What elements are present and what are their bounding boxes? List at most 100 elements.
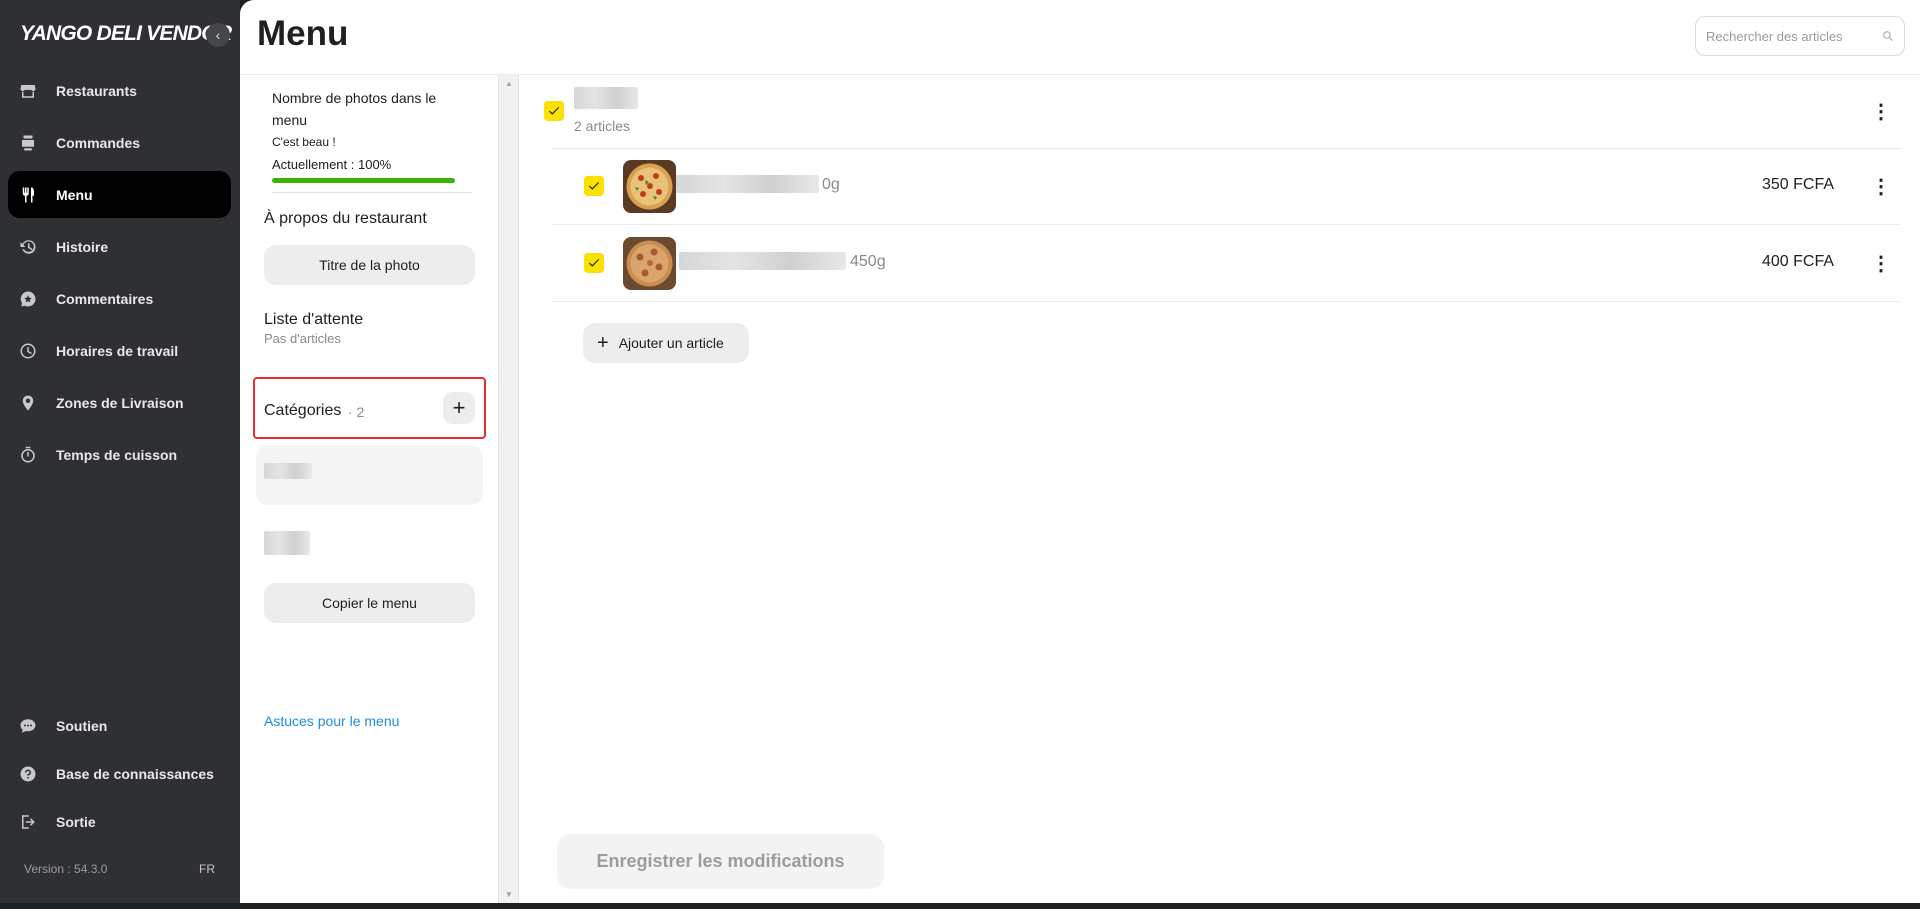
sidebar: YANGO DELI VENDOR ‹ Restaurants Commande… [0, 0, 240, 903]
blurred-item-name [676, 175, 819, 193]
blurred-category-title [574, 87, 638, 109]
photos-subtitle: C'est beau ! [272, 135, 336, 149]
about-restaurant-title: À propos du restaurant [264, 210, 427, 227]
item-price: 350 FCFA [1762, 176, 1835, 193]
order-icon [18, 133, 38, 153]
save-changes-button[interactable]: Enregistrer les modifications [557, 834, 884, 889]
categories-count: · 2 [348, 404, 365, 420]
item-more-icon[interactable]: ⋮ [1871, 253, 1891, 275]
photos-current: Actuellement : 100% [272, 157, 392, 172]
categories-title: Catégories [264, 402, 342, 419]
logout-icon [18, 812, 38, 832]
check-icon [548, 107, 560, 115]
category-checkbox[interactable] [544, 101, 564, 121]
divider [551, 301, 1900, 302]
sidebar-item-soutien[interactable]: Soutien [8, 702, 231, 749]
chevron-left-icon: ‹ [215, 27, 221, 43]
copy-menu-button[interactable]: Copier le menu [264, 583, 475, 623]
sidebar-item-commandes[interactable]: Commandes [8, 119, 231, 166]
sidebar-item-label: Histoire [56, 238, 109, 255]
sidebar-item-label: Commentaires [56, 290, 154, 307]
divider [551, 148, 1900, 149]
photos-progress-bar [272, 178, 455, 183]
plus-icon: + [597, 331, 609, 354]
check-icon [588, 259, 600, 267]
app-window: YANGO DELI VENDOR ‹ Restaurants Commande… [0, 0, 1920, 903]
history-icon [18, 237, 38, 257]
search-input[interactable] [1706, 28, 1882, 44]
sidebar-item-zones[interactable]: Zones de Livraison [8, 379, 231, 426]
collapse-sidebar-button[interactable]: ‹ [206, 23, 230, 47]
item-price: 400 FCFA [1762, 253, 1835, 270]
category-item[interactable] [256, 513, 483, 573]
panel-scrollbar[interactable]: ▲ ▼ [498, 75, 519, 903]
item-more-icon[interactable]: ⋮ [1871, 176, 1891, 198]
add-article-label: Ajouter un article [618, 335, 724, 351]
plus-icon: + [452, 395, 466, 420]
category-item[interactable] [256, 445, 483, 505]
help-icon [18, 764, 38, 784]
photo-title-button[interactable]: Titre de la photo [264, 245, 475, 285]
blurred-category-name [264, 531, 310, 555]
location-pin-icon [18, 393, 38, 413]
menu-items-area: 2 articles ⋮ 0g 350 FCFA ⋮ 450g 400 FCFA… [519, 75, 1920, 903]
brand-logo: YANGO DELI VENDOR [20, 22, 232, 45]
sidebar-item-base-connaissances[interactable]: Base de connaissances [8, 750, 231, 797]
sidebar-item-label: Zones de Livraison [56, 394, 184, 411]
pizza-image [623, 237, 676, 290]
window-bottom-edge [0, 903, 1920, 909]
item-photo[interactable] [623, 160, 676, 213]
add-article-button[interactable]: + Ajouter un article [583, 323, 749, 363]
item-checkbox[interactable] [584, 253, 604, 273]
menu-side-panel: Nombre de photos dans le menu C'est beau… [240, 75, 498, 903]
sidebar-item-label: Horaires de travail [56, 342, 179, 359]
add-category-button[interactable]: + [443, 392, 475, 424]
fork-knife-icon [18, 185, 38, 205]
category-subtitle: 2 articles [574, 118, 631, 134]
menu-tips-link[interactable]: Astuces pour le menu [264, 713, 399, 729]
sidebar-item-label: Commandes [56, 134, 141, 151]
blurred-category-name [264, 463, 312, 479]
category-more-icon[interactable]: ⋮ [1871, 101, 1891, 123]
sidebar-item-restaurants[interactable]: Restaurants [8, 67, 231, 114]
sidebar-item-horaires[interactable]: Horaires de travail [8, 327, 231, 374]
app-version: Version : 54.3.0 [24, 862, 108, 876]
main-area: Menu Nombre de photos dans le menu C'est… [240, 0, 1920, 903]
blurred-item-name [679, 252, 846, 270]
photos-title: Nombre de photos dans le menu [272, 90, 437, 128]
sidebar-item-label: Sortie [56, 813, 96, 830]
comment-star-icon [18, 289, 38, 309]
search-icon[interactable] [1882, 27, 1894, 45]
check-icon [588, 182, 600, 190]
scroll-up-icon[interactable]: ▲ [505, 79, 513, 88]
sidebar-item-label: Temps de cuisson [56, 446, 178, 463]
item-weight: 450g [850, 253, 886, 270]
item-photo[interactable] [623, 237, 676, 290]
search-box [1695, 16, 1905, 56]
page-title: Menu [257, 14, 349, 53]
chat-icon [18, 716, 38, 736]
sidebar-item-label: Soutien [56, 717, 108, 734]
item-weight: 0g [822, 176, 840, 193]
sidebar-item-label: Base de connaissances [56, 765, 214, 782]
pizza-image [623, 160, 676, 213]
clock-icon [18, 341, 38, 361]
waitlist-title[interactable]: Liste d'attente [264, 311, 363, 329]
photos-progress-fill [272, 178, 455, 183]
sidebar-item-label: Restaurants [56, 82, 137, 99]
sidebar-item-histoire[interactable]: Histoire [8, 223, 231, 270]
sidebar-item-cuisson[interactable]: Temps de cuisson [8, 431, 231, 478]
waitlist-subtitle: Pas d'articles [264, 331, 341, 346]
scroll-down-icon[interactable]: ▼ [505, 890, 513, 899]
sidebar-item-commentaires[interactable]: Commentaires [8, 275, 231, 322]
timer-icon [18, 445, 38, 465]
divider [551, 224, 1900, 225]
sidebar-item-label: Menu [56, 186, 93, 203]
store-icon [18, 81, 38, 101]
sidebar-item-sortie[interactable]: Sortie [8, 798, 231, 845]
item-checkbox[interactable] [584, 176, 604, 196]
sidebar-item-menu[interactable]: Menu [8, 171, 231, 218]
photos-stats: Nombre de photos dans le menu C'est beau… [272, 87, 472, 183]
language-switcher[interactable]: FR [199, 862, 215, 876]
divider [272, 192, 472, 193]
